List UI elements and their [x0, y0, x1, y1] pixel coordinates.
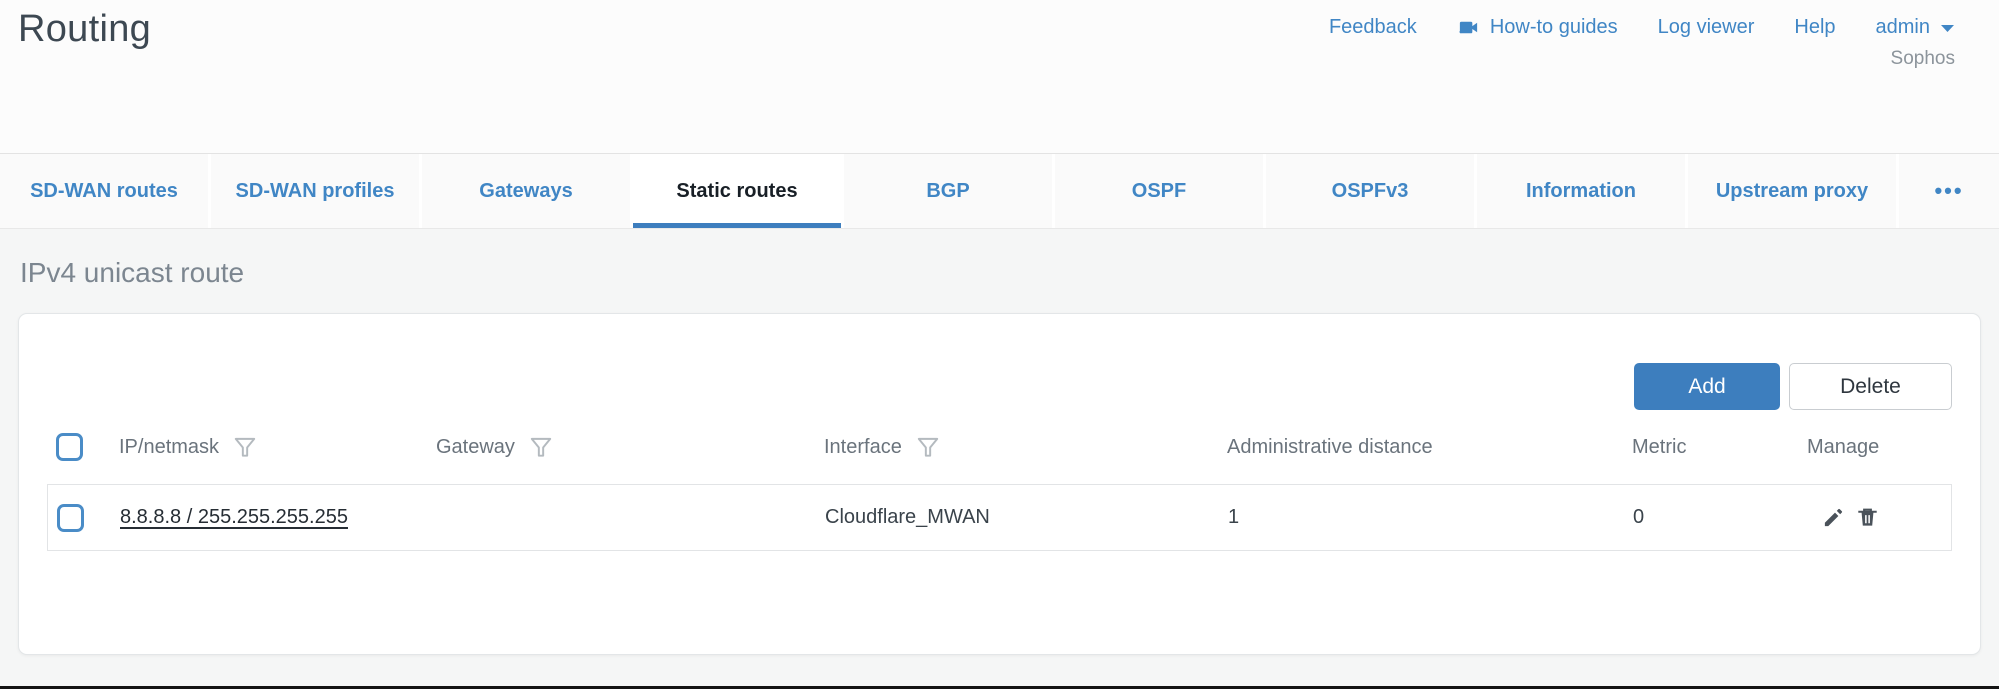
column-header-gateway: Gateway — [436, 436, 515, 459]
ipv4-unicast-route-panel: Add Delete IP/netmask Gateway — [18, 313, 1981, 655]
row-manage-cell — [1808, 506, 1951, 529]
column-header-ip-netmask: IP/netmask — [119, 436, 219, 459]
howto-guides-link[interactable]: How-to guides — [1457, 16, 1618, 39]
filter-funnel-icon[interactable] — [232, 434, 258, 460]
select-all-checkbox[interactable] — [56, 433, 83, 461]
video-camera-icon — [1457, 16, 1480, 39]
tab-gateways[interactable]: Gateways — [422, 154, 630, 228]
column-header-interface: Interface — [824, 436, 902, 459]
tab-ospfv3[interactable]: OSPFv3 — [1266, 154, 1474, 228]
tab-sdwan-profiles[interactable]: SD-WAN profiles — [211, 154, 419, 228]
tab-static-routes[interactable]: Static routes — [633, 154, 841, 228]
tab-upstream-proxy[interactable]: Upstream proxy — [1688, 154, 1896, 228]
tab-bgp[interactable]: BGP — [844, 154, 1052, 228]
route-ip-netmask-link[interactable]: 8.8.8.8 / 255.255.255.255 — [120, 506, 348, 528]
log-viewer-link[interactable]: Log viewer — [1658, 16, 1755, 39]
section-title: IPv4 unicast route — [20, 257, 1981, 289]
delete-button[interactable]: Delete — [1789, 363, 1952, 410]
table-header: IP/netmask Gateway Interface — [47, 410, 1952, 484]
row-checkbox[interactable] — [57, 504, 84, 532]
row-interface-cell: Cloudflare_MWAN — [825, 506, 1228, 529]
more-tabs-button[interactable]: ••• — [1899, 154, 1999, 228]
table-actions: Add Delete — [47, 314, 1952, 410]
trash-icon[interactable] — [1856, 506, 1879, 529]
content-area: IPv4 unicast route Add Delete IP/netmask… — [0, 257, 1999, 655]
column-header-manage: Manage — [1807, 436, 1879, 459]
column-header-administrative-distance: Administrative distance — [1227, 436, 1433, 459]
tab-ospf[interactable]: OSPF — [1055, 154, 1263, 228]
caret-down-icon — [1940, 23, 1955, 33]
top-header: Routing Feedback How-to guides Log viewe… — [0, 0, 1999, 153]
filter-funnel-icon[interactable] — [528, 434, 554, 460]
account-subtitle: Sophos — [1329, 48, 1955, 70]
row-administrative-distance-cell: 1 — [1228, 506, 1633, 529]
help-link[interactable]: Help — [1794, 16, 1835, 39]
add-button[interactable]: Add — [1634, 363, 1780, 410]
tab-sdwan-routes[interactable]: SD-WAN routes — [0, 154, 208, 228]
tab-information[interactable]: Information — [1477, 154, 1685, 228]
pencil-icon[interactable] — [1822, 506, 1845, 529]
page-title: Routing — [18, 8, 151, 51]
account-menu[interactable]: admin — [1876, 16, 1955, 39]
feedback-link[interactable]: Feedback — [1329, 16, 1417, 39]
column-header-metric: Metric — [1632, 436, 1686, 459]
tab-bar: SD-WAN routes SD-WAN profiles Gateways S… — [0, 153, 1999, 229]
filter-funnel-icon[interactable] — [915, 434, 941, 460]
row-metric-cell: 0 — [1633, 506, 1808, 529]
top-right-nav: Feedback How-to guides Log viewer Help a… — [1329, 16, 1955, 70]
table-row: 8.8.8.8 / 255.255.255.255 Cloudflare_MWA… — [47, 484, 1952, 551]
